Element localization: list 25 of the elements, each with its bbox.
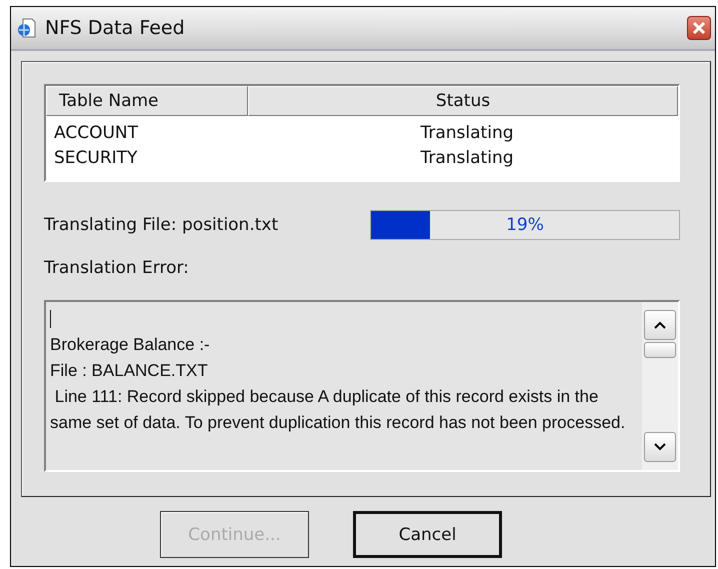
table-cell-text: SECURITY <box>53 148 138 168</box>
error-log-field[interactable]: Brokerage Balance :- File : BALANCE.TXT Line 111: Record skipped because A duplicate of this record exists in the same set of data. To prevent duplication this record has not been processed. <box>44 300 680 472</box>
scroll-down-button[interactable] <box>644 432 676 462</box>
log-line: Line 111: Record skipped because A duplicate of this record exists in the same set of data. To prevent duplication this record has not been processed. <box>50 386 626 434</box>
dialog-button[interactable]: Cancel <box>353 511 502 558</box>
scroll-thumb[interactable] <box>644 342 676 358</box>
close-button[interactable] <box>687 16 711 40</box>
text-cursor <box>50 310 51 328</box>
log-line: File : BALANCE.TXT <box>50 360 209 382</box>
scrollbar[interactable] <box>642 302 678 470</box>
table-cell-text: Translating <box>419 148 515 168</box>
log-line: Brokerage Balance :- <box>50 334 211 356</box>
chevron-up-icon <box>654 321 666 329</box>
table-cell-text: Translating <box>419 122 515 142</box>
column-header[interactable]: Status <box>248 86 678 116</box>
table-cell-text: ACCOUNT <box>53 122 139 142</box>
window-title: NFS Data Feed <box>45 17 186 39</box>
column-header[interactable]: Table Name <box>46 86 248 116</box>
scroll-up-button[interactable] <box>644 310 676 340</box>
error-label: Translation Error: <box>44 258 190 278</box>
progress-reading: 19% <box>506 215 544 235</box>
chevron-down-icon <box>654 443 666 451</box>
document-globe-icon <box>17 18 37 38</box>
close-icon <box>692 21 706 35</box>
file-label: Translating File: position.txt <box>44 215 280 235</box>
